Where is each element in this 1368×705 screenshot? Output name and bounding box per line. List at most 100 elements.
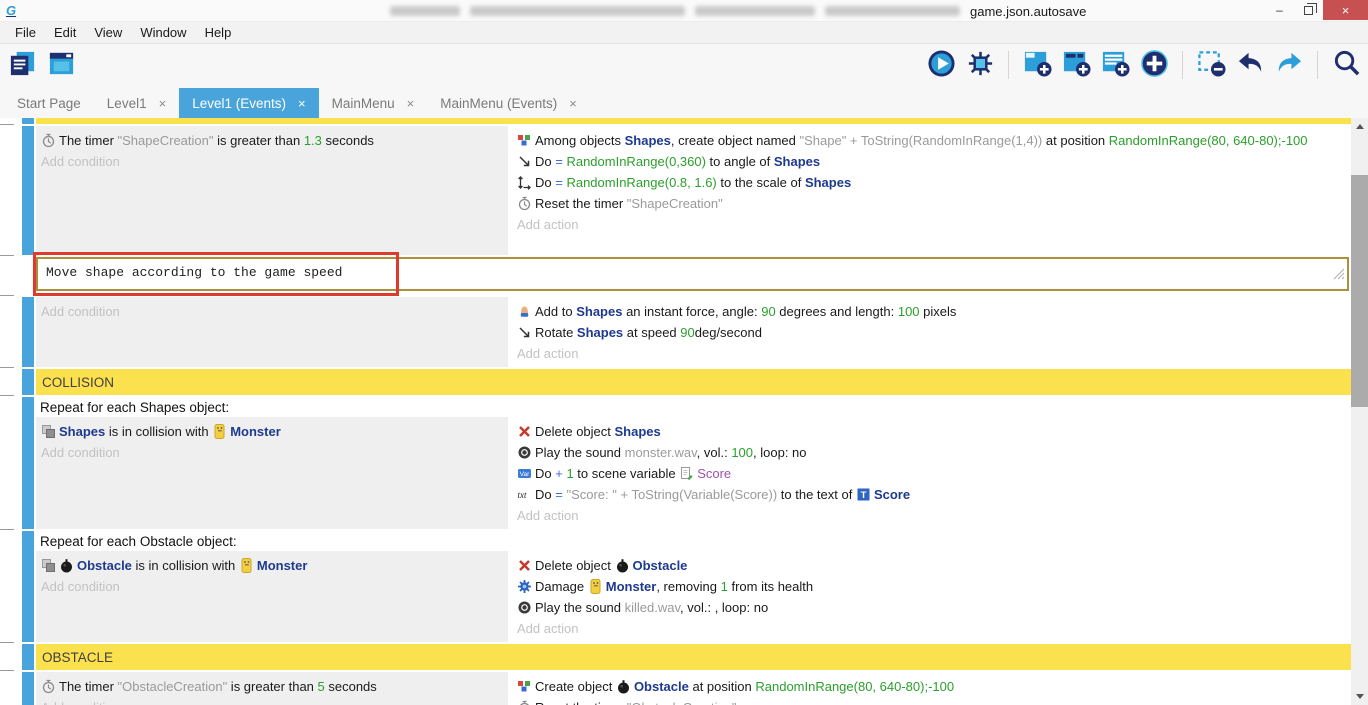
vertical-scrollbar[interactable] xyxy=(1351,118,1368,705)
tab-close-icon[interactable]: × xyxy=(298,96,306,111)
start-page-button[interactable] xyxy=(45,49,77,81)
group-band-label[interactable]: COLLISION xyxy=(36,369,1351,395)
toolbar-separator xyxy=(1008,51,1009,79)
scroll-down-button[interactable] xyxy=(1351,688,1368,705)
collision-icon xyxy=(41,558,56,573)
event-text: to angle of xyxy=(706,154,774,169)
event-selection-bar[interactable] xyxy=(22,118,34,124)
event-row: Repeat for each Shapes object:Shapes is … xyxy=(22,397,1351,529)
restore-button[interactable] xyxy=(1294,0,1323,20)
action-line[interactable]: Delete object Obstacle xyxy=(516,555,1345,576)
menu-help[interactable]: Help xyxy=(196,25,241,40)
action-line[interactable]: Among objects Shapes, create object name… xyxy=(516,130,1345,151)
add-other-button[interactable] xyxy=(1138,49,1170,81)
action-line[interactable]: Do = RandomInRange(0,360) to angle of Sh… xyxy=(516,151,1345,172)
event-selection-bar[interactable] xyxy=(22,672,34,705)
event-text: is greater than xyxy=(227,679,317,694)
timer-icon xyxy=(41,133,56,148)
event-selection-bar[interactable] xyxy=(22,369,34,395)
action-line[interactable]: Create object Obstacle at position Rando… xyxy=(516,676,1345,697)
action-line[interactable]: Play the sound monster.wav, vol.: 100, l… xyxy=(516,442,1345,463)
minimize-button[interactable]: – xyxy=(1265,0,1294,20)
actions-cell[interactable]: Create object Obstacle at position Rando… xyxy=(512,672,1351,705)
tab-start-page[interactable]: Start Page xyxy=(4,88,94,118)
conditions-cell[interactable]: Add condition xyxy=(36,297,508,367)
action-line[interactable]: txtDo = "Score: " + ToString(Variable(Sc… xyxy=(516,484,1345,505)
add-condition-button[interactable]: Add condition xyxy=(40,697,502,705)
undo-button[interactable] xyxy=(1234,49,1266,81)
add-condition-label: Add condition xyxy=(41,579,120,594)
tab-close-icon[interactable]: × xyxy=(407,96,415,111)
event-selection-bar[interactable] xyxy=(22,297,34,367)
menu-window[interactable]: Window xyxy=(131,25,195,40)
events-sheet: The timer "ShapeCreation" is greater tha… xyxy=(0,118,1368,705)
actions-cell[interactable]: Among objects Shapes, create object name… xyxy=(512,126,1351,255)
add-condition-button[interactable]: Add condition xyxy=(40,442,502,463)
scroll-up-button[interactable] xyxy=(1351,118,1368,135)
foreach-header[interactable]: Repeat for each Obstacle object: xyxy=(36,531,1351,551)
conditions-cell[interactable]: The timer "ShapeCreation" is greater tha… xyxy=(36,126,508,255)
tab-level1[interactable]: Level1× xyxy=(94,88,179,118)
action-line[interactable]: Rotate Shapes at speed 90deg/second xyxy=(516,322,1345,343)
project-manager-button[interactable] xyxy=(6,49,38,81)
tab-mainmenu[interactable]: MainMenu× xyxy=(319,88,428,118)
resize-grip-icon[interactable] xyxy=(1333,268,1345,280)
comment-textarea[interactable]: Move shape according to the game speed xyxy=(36,257,1349,291)
add-comment-button[interactable] xyxy=(1099,49,1131,81)
add-action-button[interactable]: Add action xyxy=(516,214,1345,235)
condition-line[interactable]: Obstacle is in collision with Monster xyxy=(40,555,502,576)
tab-level1-events-[interactable]: Level1 (Events)× xyxy=(179,88,318,118)
delete-event-button[interactable] xyxy=(1195,49,1227,81)
action-line[interactable]: Reset the timer "ObstacleCreation" xyxy=(516,697,1345,705)
action-line[interactable]: Damage Monster, removing 1 from its heal… xyxy=(516,576,1345,597)
toolbar-right xyxy=(925,49,1362,81)
conditions-cell[interactable]: Obstacle is in collision with Monster Add… xyxy=(36,551,508,642)
condition-line[interactable]: Shapes is in collision with Monster xyxy=(40,421,502,442)
tab-close-icon[interactable]: × xyxy=(159,96,167,111)
action-line[interactable]: Delete object Shapes xyxy=(516,421,1345,442)
scrollbar-thumb[interactable] xyxy=(1351,175,1368,407)
add-condition-button[interactable]: Add condition xyxy=(40,576,502,597)
event-selection-bar[interactable] xyxy=(22,397,34,529)
comment-row: Move shape according to the game speed xyxy=(22,257,1351,295)
add-condition-button[interactable]: Add condition xyxy=(40,151,502,172)
standard-event: Add condition Add to Shapes an instant fo… xyxy=(36,297,1351,367)
condition-line[interactable]: The timer "ShapeCreation" is greater tha… xyxy=(40,130,502,151)
tab-mainmenu-events-[interactable]: MainMenu (Events)× xyxy=(427,88,590,118)
add-event-button[interactable] xyxy=(1021,49,1053,81)
action-line[interactable]: Add to Shapes an instant force, angle: 9… xyxy=(516,301,1345,322)
action-line[interactable]: VarDo + 1 to scene variable Score xyxy=(516,463,1345,484)
object-name: Shapes xyxy=(805,175,851,190)
menu-file[interactable]: File xyxy=(6,25,45,40)
event-selection-bar[interactable] xyxy=(22,126,34,255)
add-condition-button[interactable]: Add condition xyxy=(40,301,502,322)
action-line[interactable]: Reset the timer "ShapeCreation" xyxy=(516,193,1345,214)
search-button[interactable] xyxy=(1330,49,1362,81)
debugger-button[interactable] xyxy=(964,49,996,81)
conditions-cell[interactable]: The timer "ObstacleCreation" is greater … xyxy=(36,672,508,705)
event-selection-bar[interactable] xyxy=(22,531,34,642)
condition-line[interactable]: The timer "ObstacleCreation" is greater … xyxy=(40,676,502,697)
play-button[interactable] xyxy=(925,49,957,81)
add-action-button[interactable]: Add action xyxy=(516,505,1345,526)
group-band-label[interactable]: OBSTACLE xyxy=(36,644,1351,670)
tab-close-icon[interactable]: × xyxy=(569,96,577,111)
add-action-button[interactable]: Add action xyxy=(516,343,1345,364)
play-icon xyxy=(927,49,956,81)
actions-cell[interactable]: Delete object ShapesPlay the sound monst… xyxy=(512,417,1351,529)
foreach-header[interactable]: Repeat for each Shapes object: xyxy=(36,397,1351,417)
close-button[interactable]: × xyxy=(1323,0,1368,20)
action-line[interactable]: Do = RandomInRange(0.8, 1.6) to the scal… xyxy=(516,172,1345,193)
actions-cell[interactable]: Add to Shapes an instant force, angle: 9… xyxy=(512,297,1351,367)
action-line[interactable]: Play the sound killed.wav, vol.: , loop:… xyxy=(516,597,1345,618)
gutter-tick xyxy=(0,124,14,125)
add-action-button[interactable]: Add action xyxy=(516,618,1345,639)
actions-cell[interactable]: Delete object ObstacleDamage Monster, re… xyxy=(512,551,1351,642)
add-subevent-button[interactable] xyxy=(1060,49,1092,81)
redo-button[interactable] xyxy=(1273,49,1305,81)
event-selection-bar[interactable] xyxy=(22,644,34,670)
menu-edit[interactable]: Edit xyxy=(45,25,85,40)
menu-view[interactable]: View xyxy=(85,25,131,40)
conditions-cell[interactable]: Shapes is in collision with MonsterAdd c… xyxy=(36,417,508,529)
event-cells: The timer "ObstacleCreation" is greater … xyxy=(36,672,1351,705)
